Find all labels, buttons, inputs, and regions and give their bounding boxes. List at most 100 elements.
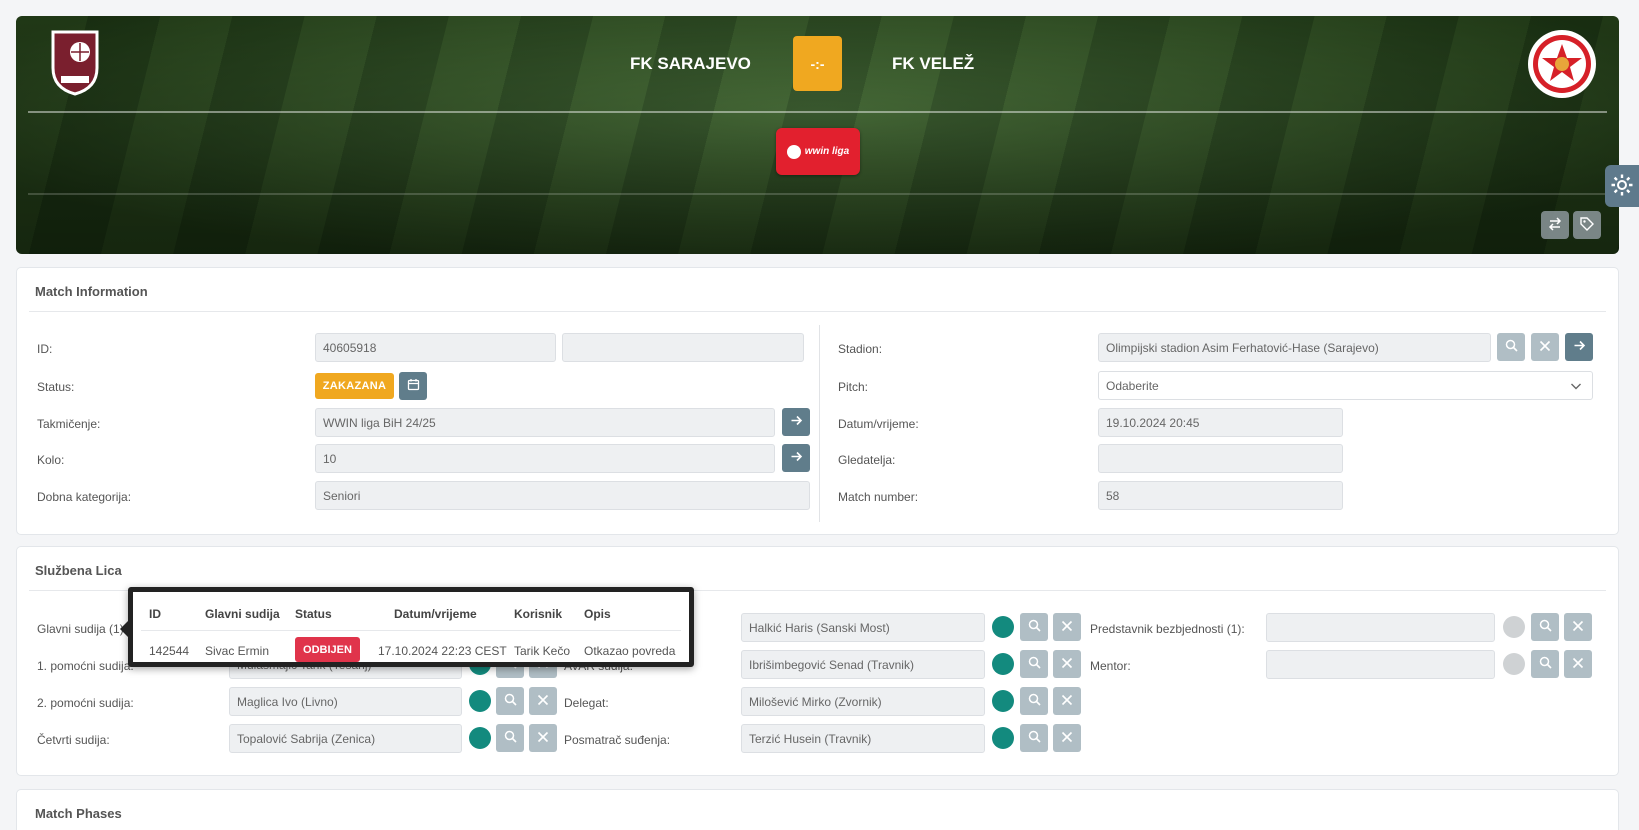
- search-icon: [1539, 619, 1552, 635]
- swap-icon: [1548, 216, 1562, 234]
- match-number-label: Match number:: [838, 490, 919, 504]
- popup-arrow: [120, 620, 129, 638]
- pitch-label: Pitch:: [838, 380, 869, 394]
- mentor-label: Mentor:: [1090, 659, 1131, 673]
- stadium-open-button[interactable]: [1565, 333, 1593, 361]
- close-icon: [1539, 340, 1551, 355]
- round-open-button[interactable]: [782, 444, 810, 472]
- close-icon: [1572, 620, 1584, 635]
- match-number-field[interactable]: 58: [1098, 481, 1343, 510]
- delegate-clear-button[interactable]: [1053, 687, 1081, 715]
- popup-header-status: Status: [295, 607, 332, 621]
- popup-cell-user: Tarik Kečo: [514, 644, 571, 658]
- fourth-referee-field[interactable]: Topalović Sabrija (Zenica): [229, 724, 462, 753]
- tag-icon: [1580, 216, 1594, 234]
- search-icon: [1028, 730, 1041, 746]
- stadium-search-button[interactable]: [1497, 333, 1525, 361]
- status-calendar-button[interactable]: [399, 372, 427, 400]
- column-divider: [819, 325, 820, 522]
- delegate-field[interactable]: Milošević Mirko (Zvornik): [741, 687, 985, 716]
- stadium-clear-button[interactable]: [1531, 333, 1559, 361]
- assistant-referee-2-field[interactable]: Maglica Ivo (Livno): [229, 687, 462, 716]
- header-divider: [28, 111, 1607, 113]
- competition-open-button[interactable]: [782, 408, 810, 436]
- id-field[interactable]: 40605918: [315, 333, 556, 362]
- away-team-crest: [1526, 28, 1598, 100]
- popup-cell-referee: Sivac Ermin: [205, 644, 270, 658]
- close-icon: [1061, 657, 1073, 672]
- close-icon: [537, 694, 549, 709]
- search-icon: [1028, 656, 1041, 672]
- popup-cell-id: 142544: [149, 644, 190, 658]
- id-extra-field[interactable]: [562, 333, 804, 362]
- competition-label: Takmičenje:: [37, 417, 101, 431]
- mentor-search-button[interactable]: [1531, 650, 1559, 678]
- stadium-label: Stadion:: [838, 342, 883, 356]
- var-referee-search-button[interactable]: [1020, 613, 1048, 641]
- home-team-name: FK SARAJEVO: [630, 54, 751, 73]
- var-referee-field[interactable]: Halkić Haris (Sanski Most): [741, 613, 985, 642]
- var-referee-clear-button[interactable]: [1053, 613, 1081, 641]
- avar-referee-search-button[interactable]: [1020, 650, 1048, 678]
- round-label: Kolo:: [37, 453, 65, 467]
- pitch-select-value: Odaberite: [1106, 378, 1159, 393]
- security-representative-clear-button[interactable]: [1564, 613, 1592, 641]
- security-representative-search-button[interactable]: [1531, 613, 1559, 641]
- status-indicator: [469, 727, 491, 749]
- id-label: ID:: [37, 342, 53, 356]
- popup-header-datetime: Datum/vrijeme: [394, 607, 477, 621]
- avar-referee-field[interactable]: Ibrišimbegović Senad (Travnik): [741, 650, 985, 679]
- spectators-label: Gledatelja:: [838, 453, 896, 467]
- divider: [141, 630, 681, 631]
- popup-header-referee: Glavni sudija: [205, 607, 280, 621]
- arrow-right-icon: [1573, 339, 1586, 355]
- fourth-referee-clear-button[interactable]: [529, 724, 557, 752]
- avar-referee-clear-button[interactable]: [1053, 650, 1081, 678]
- mentor-field[interactable]: [1266, 650, 1495, 679]
- security-representative-field[interactable]: [1266, 613, 1495, 642]
- status-badge: ZAKAZANA: [315, 373, 394, 399]
- status-indicator: [992, 653, 1014, 675]
- divider: [29, 311, 1606, 312]
- mentor-clear-button[interactable]: [1564, 650, 1592, 678]
- age-category-field[interactable]: Seniori: [315, 481, 810, 510]
- popup-cell-datetime: 17.10.2024 22:23 CEST: [378, 644, 507, 658]
- referee-observer-clear-button[interactable]: [1053, 724, 1081, 752]
- score-box[interactable]: -:-: [793, 36, 842, 91]
- referee-observer-field[interactable]: Terzić Husein (Travnik): [741, 724, 985, 753]
- settings-button[interactable]: [1605, 165, 1639, 207]
- assistant-referee-2-search-button[interactable]: [496, 687, 524, 715]
- league-logo: wwin liga: [776, 128, 860, 175]
- delegate-search-button[interactable]: [1020, 687, 1048, 715]
- league-logo-text: wwin liga: [804, 146, 850, 157]
- status-indicator: [1503, 616, 1525, 638]
- close-icon: [1061, 731, 1073, 746]
- referee-observer-search-button[interactable]: [1020, 724, 1048, 752]
- age-category-label: Dobna kategorija:: [37, 490, 132, 504]
- tag-button[interactable]: [1573, 211, 1601, 239]
- status-indicator: [1503, 653, 1525, 675]
- card-title: Match Phases: [35, 806, 122, 821]
- fourth-referee-label: Četvrti sudija:: [37, 733, 110, 747]
- stadium-field[interactable]: Olimpijski stadion Asim Ferhatović-Hase …: [1098, 333, 1491, 362]
- search-icon: [1505, 339, 1518, 355]
- pitch-select[interactable]: Odaberite: [1098, 371, 1593, 400]
- datetime-field[interactable]: 19.10.2024 20:45: [1098, 408, 1343, 437]
- assistant-referee-1-label: 1. pomoćni sudija:: [37, 659, 134, 673]
- status-indicator: [992, 616, 1014, 638]
- round-field[interactable]: 10: [315, 444, 775, 473]
- arrow-right-icon: [790, 414, 803, 430]
- competition-field[interactable]: WWIN liga BiH 24/25: [315, 408, 775, 437]
- referee-history-popup: ID Glavni sudija Status Datum/vrijeme Ko…: [128, 587, 694, 667]
- fourth-referee-search-button[interactable]: [496, 724, 524, 752]
- close-icon: [1061, 694, 1073, 709]
- main-referee-label: Glavni sudija (1):: [37, 622, 128, 636]
- spectators-field[interactable]: [1098, 444, 1343, 473]
- away-team-name: FK VELEŽ: [892, 54, 975, 73]
- security-representative-label: Predstavnik bezbjednosti (1):: [1090, 622, 1245, 636]
- assistant-referee-2-clear-button[interactable]: [529, 687, 557, 715]
- swap-teams-button[interactable]: [1541, 211, 1569, 239]
- settings-icon: [1610, 173, 1634, 200]
- search-icon: [1539, 656, 1552, 672]
- referee-observer-label: Posmatrač suđenja:: [564, 733, 671, 747]
